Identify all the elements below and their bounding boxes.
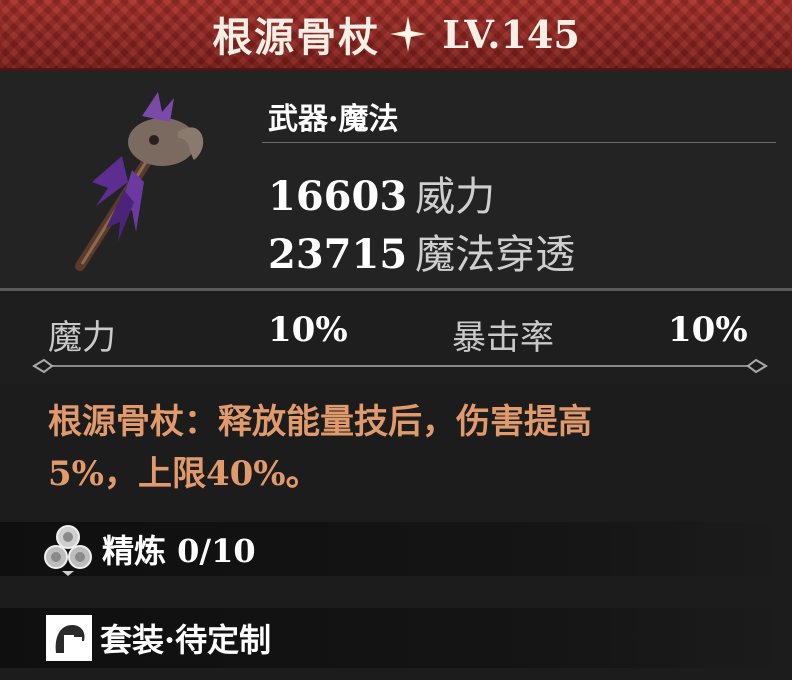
effect-line: 根源骨杖：释放能量技后，伤害提高 [48,402,592,442]
item-summary: 武器·魔法 16603 威力 23715 魔法穿透 [0,70,792,288]
set-armor-icon [46,615,92,661]
item-level: LV.145 [442,11,580,57]
stat-value: 16603 [268,173,408,220]
section-divider [0,288,792,291]
substat-value: 10% [268,310,348,350]
item-category: 武器·魔法 [268,102,399,137]
refine-icon [44,525,92,576]
effect-line: 5%，上限40%。 [48,454,320,494]
stat-label: 魔法穿透 [415,232,576,278]
set-label: 套装·待定制 [100,621,272,659]
substat-value: 10% [668,310,748,350]
set-row[interactable]: 套装·待定制 [0,608,792,668]
stat-magic-penetration: 23715 魔法穿透 [268,222,575,280]
item-header: 根源骨杖 LV.145 [0,0,792,70]
substat-label: 魔力 [48,318,116,358]
substat-label: 暴击率 [452,318,554,358]
refine-label: 精炼 0/10 [102,532,256,570]
divider [262,142,776,143]
stat-value: 23715 [268,231,408,278]
effect-description: 根源骨杖：释放能量技后，伤害提高 5%，上限40%。 [48,396,748,500]
stat-label: 威力 [415,174,496,220]
item-name: 根源骨杖 [212,14,381,61]
stat-power: 16603 威力 [268,164,495,222]
star-icon [390,16,427,52]
ornament-divider [32,358,768,374]
refine-row[interactable]: 精炼 0/10 [0,522,792,576]
bone-staff-icon [75,92,204,271]
